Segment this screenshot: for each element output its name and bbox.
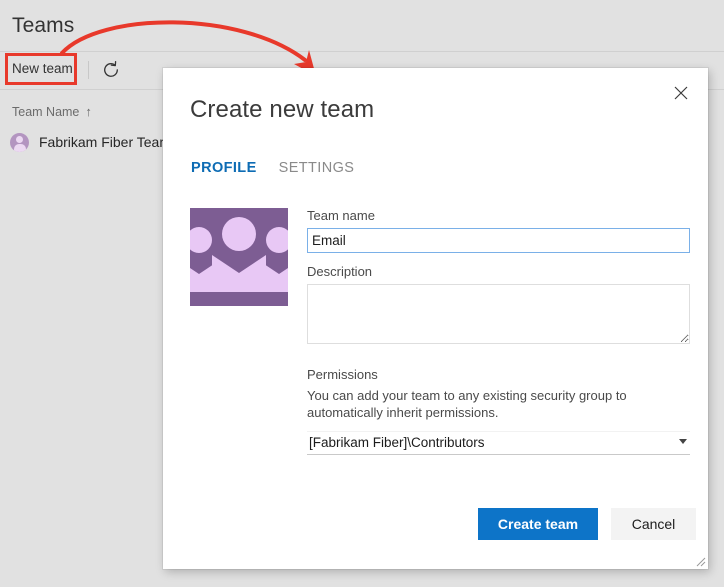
description-label: Description xyxy=(307,264,690,279)
table-row[interactable]: Fabrikam Fiber Team xyxy=(10,130,171,154)
team-group-image[interactable] xyxy=(190,208,288,306)
create-new-team-dialog: Create new team PROFILE SETTINGS xyxy=(163,68,708,569)
permissions-label: Permissions xyxy=(307,367,690,382)
app-root: Teams New team Team Name ↑ Fabrikam Fiber… xyxy=(0,0,724,587)
team-avatar-icon xyxy=(10,133,29,152)
dialog-footer: Create team Cancel xyxy=(163,497,708,569)
cancel-button[interactable]: Cancel xyxy=(611,508,696,540)
team-name-label: Team name xyxy=(307,208,690,223)
permissions-select-wrapper: [Fabrikam Fiber]\Contributors xyxy=(307,431,690,455)
list-column-header-label: Team Name xyxy=(12,105,79,119)
sort-ascending-icon: ↑ xyxy=(85,104,92,119)
dialog-form: Team name Description Permissions You ca… xyxy=(163,68,708,569)
description-textarea[interactable] xyxy=(307,284,690,344)
team-name-input[interactable] xyxy=(307,228,690,253)
create-team-button[interactable]: Create team xyxy=(478,508,598,540)
page-title: Teams xyxy=(12,14,74,38)
list-column-header[interactable]: Team Name ↑ xyxy=(12,104,92,119)
form-fields: Team name Description Permissions You ca… xyxy=(307,208,690,455)
refresh-icon[interactable] xyxy=(100,59,122,81)
new-team-button[interactable]: New team xyxy=(12,61,73,76)
team-name-cell: Fabrikam Fiber Team xyxy=(39,134,171,150)
permissions-select[interactable]: [Fabrikam Fiber]\Contributors xyxy=(307,431,690,455)
permissions-help-text: You can add your team to any existing se… xyxy=(307,387,685,421)
toolbar-separator xyxy=(88,61,89,79)
